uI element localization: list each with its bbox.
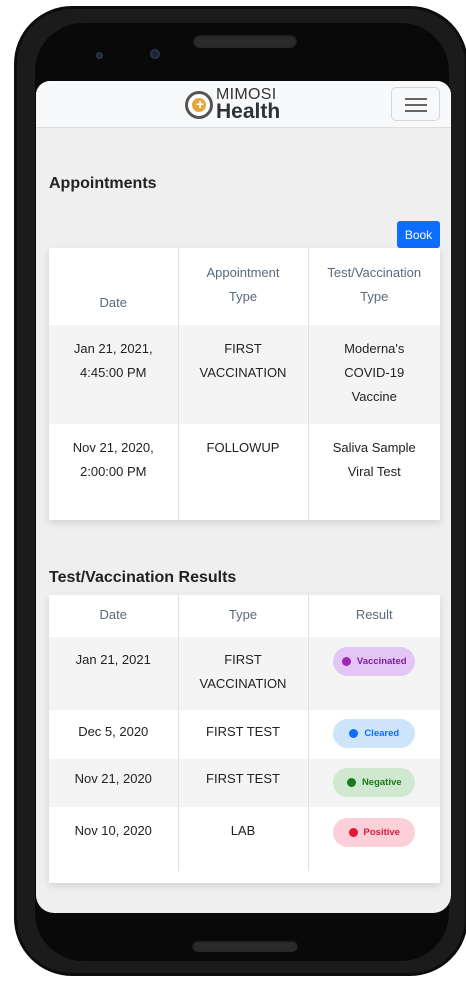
appointment-date: Nov 21, 2020, 2:00:00 PM xyxy=(49,424,179,520)
result-type: FIRST TEST xyxy=(178,759,309,807)
column-header-test-type: Test/Vaccination Type xyxy=(327,265,422,304)
appointments-card: Date Appointment Type Test/Vaccination T… xyxy=(49,248,440,520)
status-badge-vaccinated: Vaccinated xyxy=(333,647,416,676)
results-title: Test/Vaccination Results xyxy=(49,569,237,586)
results-card: Date Type Result Jan 21, 2021 FIRST VACC… xyxy=(49,595,440,883)
result-type: FIRST TEST xyxy=(178,710,309,759)
book-button[interactable]: Book xyxy=(397,221,440,248)
column-header-date: Date xyxy=(49,248,179,325)
appointment-type: FOLLOWUP xyxy=(178,424,309,520)
table-header-row: Date Type Result xyxy=(49,595,440,637)
appointment-test-type: Saliva Sample Viral Test xyxy=(332,440,416,479)
appointments-title: Appointments xyxy=(49,175,157,192)
dot-icon xyxy=(341,657,351,666)
earpiece-speaker xyxy=(193,34,297,48)
status-badge-label: Negative xyxy=(361,776,402,788)
table-row[interactable]: Nov 10, 2020 LAB Positive xyxy=(49,807,440,871)
status-badge-cleared: Cleared xyxy=(333,719,416,748)
status-badge-negative: Negative xyxy=(333,768,416,797)
column-header-date: Date xyxy=(49,595,179,637)
table-row[interactable]: Nov 21, 2020, 2:00:00 PM FOLLOWUP Saliva… xyxy=(49,424,440,520)
appointments-table: Date Appointment Type Test/Vaccination T… xyxy=(49,248,440,520)
front-camera-icon xyxy=(96,52,103,59)
status-badge-label: Positive xyxy=(363,826,400,838)
hamburger-menu-button[interactable] xyxy=(391,87,440,121)
column-header-result: Result xyxy=(355,607,393,622)
dot-icon xyxy=(349,729,359,738)
column-header-appointment-type: Appointment Type xyxy=(178,248,309,325)
dot-icon xyxy=(348,828,358,837)
table-row[interactable]: Dec 5, 2020 FIRST TEST Cleared xyxy=(49,710,440,759)
status-badge-label: Vaccinated xyxy=(356,655,407,667)
result-date: Dec 5, 2020 xyxy=(49,710,179,759)
table-row[interactable]: Jan 21, 2021 FIRST VACCINATION Vaccinate… xyxy=(49,637,440,710)
plus-icon: + xyxy=(185,91,213,119)
menu-bar-icon xyxy=(405,110,427,112)
menu-bar-icon xyxy=(405,104,427,106)
table-row[interactable]: Nov 21, 2020 FIRST TEST Negative xyxy=(49,759,440,807)
result-type: FIRST VACCINATION xyxy=(178,637,309,710)
table-header-row: Date Appointment Type Test/Vaccination T… xyxy=(49,248,440,325)
navbar: + MIMOSI Health xyxy=(36,81,451,128)
results-table: Date Type Result Jan 21, 2021 FIRST VACC… xyxy=(49,595,440,871)
front-sensor-icon xyxy=(150,49,160,59)
appointment-date: Jan 21, 2021, 4:45:00 PM xyxy=(49,325,179,424)
result-date: Jan 21, 2021 xyxy=(49,637,179,710)
menu-bar-icon xyxy=(405,98,427,100)
table-row[interactable]: Jan 21, 2021, 4:45:00 PM FIRST VACCINATI… xyxy=(49,325,440,424)
brand-logo[interactable]: + MIMOSI Health xyxy=(181,84,291,124)
brand-line2: Health xyxy=(216,100,281,123)
column-header-type: Type xyxy=(178,595,309,637)
dot-icon xyxy=(346,778,356,787)
appointment-test-type: Moderna's COVID-19 Vaccine xyxy=(308,325,440,424)
status-badge-positive: Positive xyxy=(333,818,416,847)
result-date: Nov 10, 2020 xyxy=(49,807,179,871)
app-screen: + MIMOSI Health Appointments Book Date A… xyxy=(36,81,451,913)
status-badge-label: Cleared xyxy=(364,727,400,739)
appointment-type: FIRST VACCINATION xyxy=(178,325,309,424)
bottom-speaker xyxy=(192,940,298,952)
result-type: LAB xyxy=(178,807,309,871)
result-date: Nov 21, 2020 xyxy=(49,759,179,807)
